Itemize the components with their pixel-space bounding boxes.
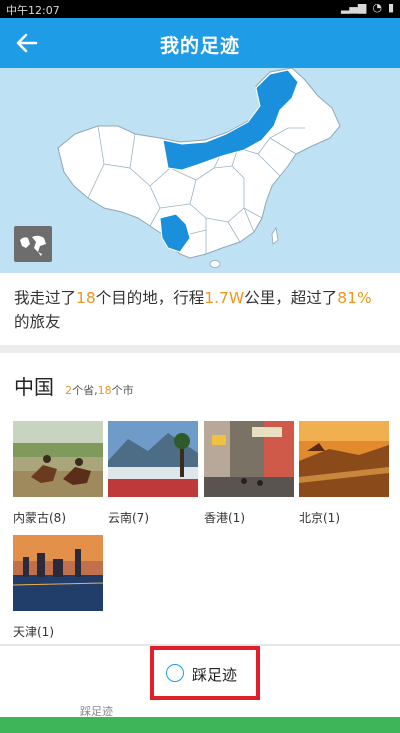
section-divider: [0, 345, 400, 353]
place-label: 内蒙古(8): [13, 511, 66, 525]
place-tile-hongkong[interactable]: 香港(1): [204, 421, 294, 526]
signal-icon: ▂▄▆: [340, 1, 367, 14]
footprint-icon: [166, 664, 184, 682]
distance-value: 1.7W: [204, 289, 245, 307]
place-label: 云南(7): [108, 511, 149, 525]
bottom-hint: 踩足迹: [80, 705, 113, 717]
place-label: 天津(1): [13, 625, 54, 639]
destinations-count: 18: [76, 289, 96, 307]
place-tile-yunnan[interactable]: 云南(7): [108, 421, 198, 526]
country-name: 中国: [14, 375, 54, 399]
status-bar: 中午12:07 ▂▄▆ ◔ ▮: [0, 0, 400, 18]
china-map: [57, 68, 341, 268]
page-title: 我的足迹: [159, 35, 240, 57]
status-icons: ▂▄▆ ◔ ▮: [341, 1, 394, 14]
inner-mongolia-photo: [13, 421, 103, 497]
tianjin-photo: [12, 535, 104, 611]
country-count: 2个省,18个市: [65, 384, 134, 397]
place-tile-inner-mongolia[interactable]: 内蒙古(8): [13, 421, 103, 526]
step-footprint-label: 踩足迹: [192, 666, 238, 684]
world-map-button[interactable]: [14, 226, 52, 262]
beijing-photo: [299, 421, 389, 497]
place-label: 北京(1): [299, 511, 340, 525]
travel-stats-text: 我走过了18个目的地，行程1.7W公里，超过了81%的旅友: [14, 289, 372, 331]
step-footprint-button[interactable]: 踩足迹: [150, 646, 260, 700]
yunnan-photo: [108, 421, 198, 497]
hongkong-photo: [204, 421, 294, 497]
world-map-icon: [20, 235, 46, 256]
battery-icon: ▮: [387, 1, 394, 14]
app-header: 我的足迹: [0, 18, 400, 68]
bottom-bar: [0, 717, 400, 733]
percent-value: 81%: [337, 289, 372, 307]
footprint-map[interactable]: [0, 68, 400, 273]
place-tile-tianjin[interactable]: 天津(1): [12, 535, 104, 640]
wifi-icon: ◔: [372, 1, 382, 14]
country-header: 中国 2个省,18个市: [14, 371, 134, 399]
status-time: 中午12:07: [6, 4, 60, 17]
place-tile-beijing[interactable]: 北京(1): [299, 421, 389, 526]
place-label: 香港(1): [204, 511, 245, 525]
